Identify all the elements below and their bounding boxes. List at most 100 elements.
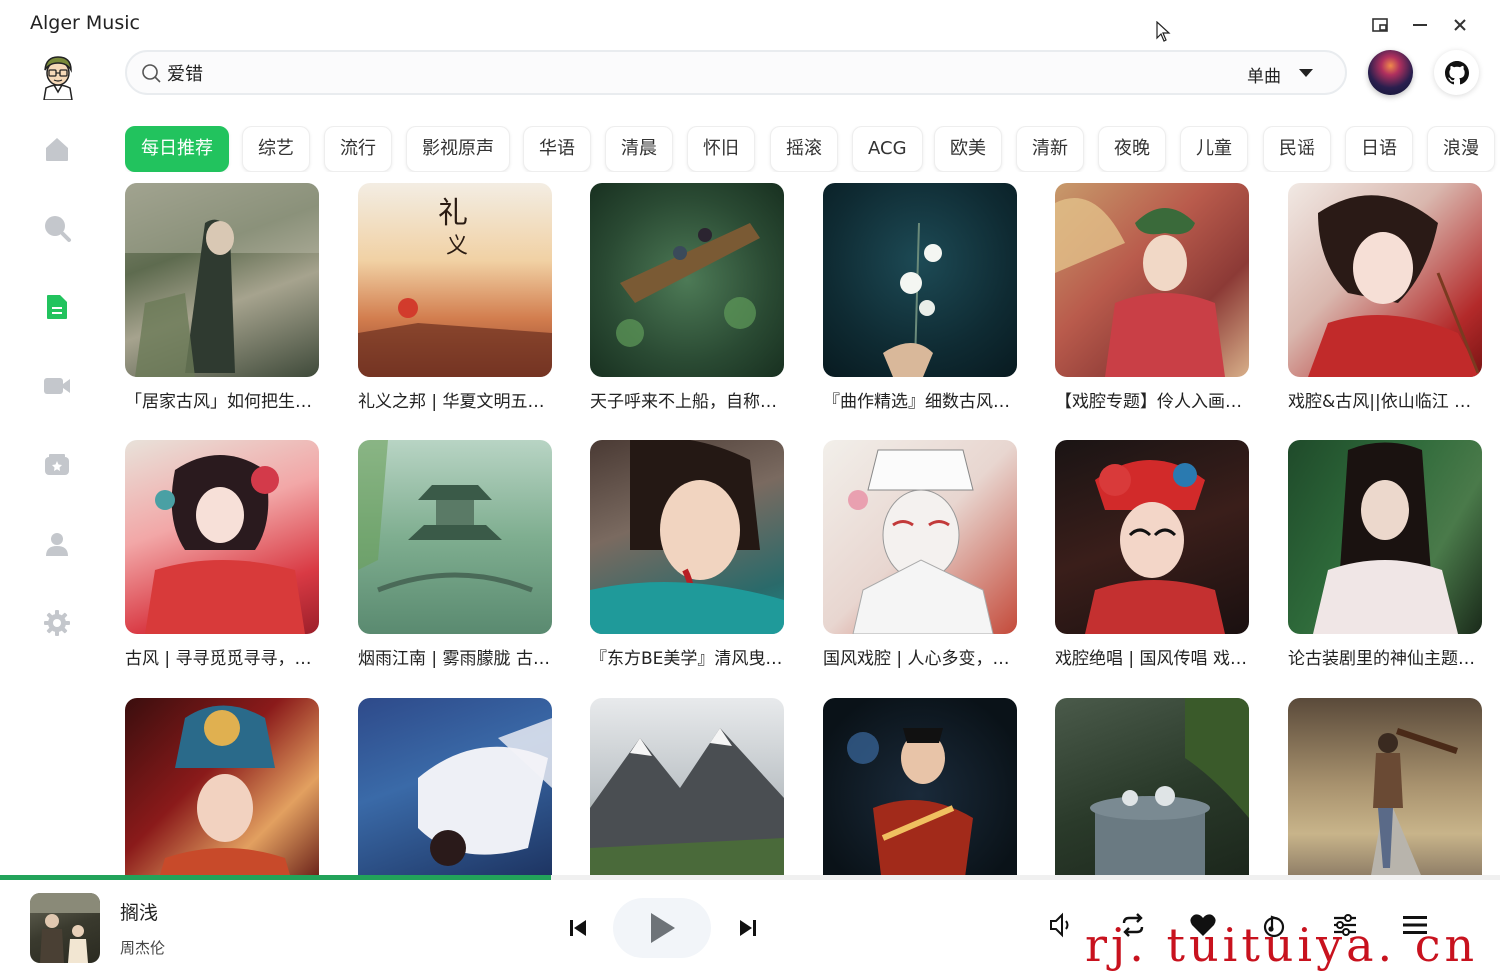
playlist-cover[interactable] [358,698,552,875]
volume-button[interactable] [1046,910,1076,940]
close-icon[interactable] [1446,12,1474,38]
playlist-card[interactable]: 论古装剧里的神仙主题… [1288,440,1482,669]
search-icon [142,64,161,83]
tab-soundtrack[interactable]: 影视原声 [406,126,510,172]
tab-fresh[interactable]: 清新 [1016,126,1084,172]
playlist-card[interactable]: 『曲作精选』细数古风… [823,183,1017,412]
github-icon [1444,60,1469,84]
playlist-title[interactable]: 「居家古风」如何把生… [125,387,319,412]
category-tabs: 每日推荐 综艺 流行 影视原声 华语 清晨 怀旧 摇滚 ACG 欧美 清新 夜晚… [125,126,1500,172]
playlist-card[interactable]: 国风戏腔 | 人心多变，… [823,440,1017,669]
song-cover[interactable] [30,893,100,963]
playlist-cover[interactable] [1288,183,1482,377]
app-logo-icon[interactable] [36,52,80,100]
nav-playlist[interactable] [36,286,78,328]
tab-pop[interactable]: 流行 [324,126,392,172]
playlist-card[interactable]: 戏腔&古风||依山临江 … [1288,183,1482,412]
video-icon [44,378,70,394]
playlist-cover[interactable] [125,440,319,634]
playlist-card[interactable]: 『东方BE美学』清风曳… [590,440,784,669]
tab-night[interactable]: 夜晚 [1098,126,1166,172]
playlist-card[interactable] [125,698,319,875]
nav-favorite[interactable] [36,444,78,486]
nav-user[interactable] [36,523,78,565]
svg-text:义: 义 [446,234,468,259]
playlist-cover[interactable] [125,698,319,875]
playlist-title[interactable]: 礼义之邦 | 华夏文明五… [358,387,552,412]
playlist-cover[interactable] [358,440,552,634]
next-button[interactable] [736,916,760,940]
playlist-cover[interactable] [823,698,1017,875]
playlist-card[interactable]: 【戏腔专题】伶人入画… [1055,183,1249,412]
tab-morning[interactable]: 清晨 [605,126,673,172]
playlist-card[interactable]: 礼义 礼义之邦 | 华夏文明五… [358,183,552,412]
playlist-cover[interactable] [1288,440,1482,634]
playlist-title[interactable]: 『东方BE美学』清风曳… [590,644,784,669]
playlist-title[interactable]: 戏腔&古风||依山临江 … [1288,387,1482,412]
watermark-text: rj. tuituiya. cn [1085,918,1479,972]
song-title[interactable]: 搁浅 [120,898,158,925]
playlist-card[interactable] [590,698,784,875]
tab-folk[interactable]: 民谣 [1263,126,1331,172]
sidebar [0,46,112,876]
tab-rock[interactable]: 摇滚 [770,126,838,172]
nav-search[interactable] [36,207,78,249]
playlist-cover[interactable] [590,698,784,875]
playlist-card[interactable] [823,698,1017,875]
nav-home[interactable] [36,128,78,170]
playlist-card[interactable]: 「居家古风」如何把生… [125,183,319,412]
mini-mode-icon[interactable] [1366,12,1394,38]
playlist-title[interactable]: 天子呼来不上船，自称… [590,387,784,412]
playlist-cover[interactable] [590,183,784,377]
tab-western[interactable]: 欧美 [934,126,1002,172]
playlist-card[interactable]: 烟雨江南 | 雾雨朦胧 古… [358,440,552,669]
playlist-card[interactable] [1055,698,1249,875]
search-input[interactable] [167,60,1207,86]
playlist-title[interactable]: 烟雨江南 | 雾雨朦胧 古… [358,644,552,669]
app-title: Alger Music [30,12,140,34]
github-button[interactable] [1434,50,1479,95]
mouse-cursor-icon [1156,21,1171,42]
tab-variety[interactable]: 综艺 [242,126,310,172]
tab-acg[interactable]: ACG [852,126,923,172]
playlist-cover[interactable]: 礼义 [358,183,552,377]
tab-nostalgia[interactable]: 怀旧 [687,126,755,172]
search-type-select[interactable]: 单曲 [1247,62,1281,87]
playlist-card[interactable] [1288,698,1482,875]
playlist-title[interactable]: 【戏腔专题】伶人入画… [1055,387,1249,412]
nav-settings[interactable] [36,602,78,644]
playlist-title[interactable]: 古风 | 寻寻觅觅寻寻，… [125,644,319,669]
chevron-down-icon[interactable] [1297,66,1315,80]
tab-chinese[interactable]: 华语 [523,126,591,172]
playlist-title[interactable]: 『曲作精选』细数古风… [823,387,1017,412]
song-artist[interactable]: 周杰伦 [120,937,165,958]
playlist-cover[interactable] [823,440,1017,634]
playlist-cover[interactable] [590,440,784,634]
nav-mv[interactable] [36,365,78,407]
tab-romance[interactable]: 浪漫 [1427,126,1495,172]
playlist-title[interactable]: 戏腔绝唱 | 国风传唱 戏… [1055,644,1249,669]
playlist-card[interactable]: 古风 | 寻寻觅觅寻寻，… [125,440,319,669]
play-button[interactable] [613,898,711,958]
playlist-cover[interactable] [1055,183,1249,377]
gear-icon [44,610,70,636]
tab-daily[interactable]: 每日推荐 [125,126,229,172]
playlist-title[interactable]: 国风戏腔 | 人心多变，… [823,644,1017,669]
playlist-cover[interactable] [823,183,1017,377]
playlist-cover[interactable] [1055,698,1249,875]
playlist-card[interactable] [358,698,552,875]
home-icon [46,138,68,161]
playlist-grid: 「居家古风」如何把生… 礼义 礼义之邦 | 华夏文明五… 天子呼来不上船，自称…… [125,183,1500,875]
previous-button[interactable] [566,916,590,940]
minimize-icon[interactable] [1406,12,1434,38]
avatar[interactable] [1368,50,1413,95]
playlist-cover[interactable] [1288,698,1482,875]
tab-japanese[interactable]: 日语 [1345,126,1413,172]
tab-children[interactable]: 儿童 [1180,126,1248,172]
search-icon [45,216,71,242]
playlist-title[interactable]: 论古装剧里的神仙主题… [1288,644,1482,669]
playlist-cover[interactable] [125,183,319,377]
playlist-card[interactable]: 天子呼来不上船，自称… [590,183,784,412]
playlist-cover[interactable] [1055,440,1249,634]
playlist-card[interactable]: 戏腔绝唱 | 国风传唱 戏… [1055,440,1249,669]
